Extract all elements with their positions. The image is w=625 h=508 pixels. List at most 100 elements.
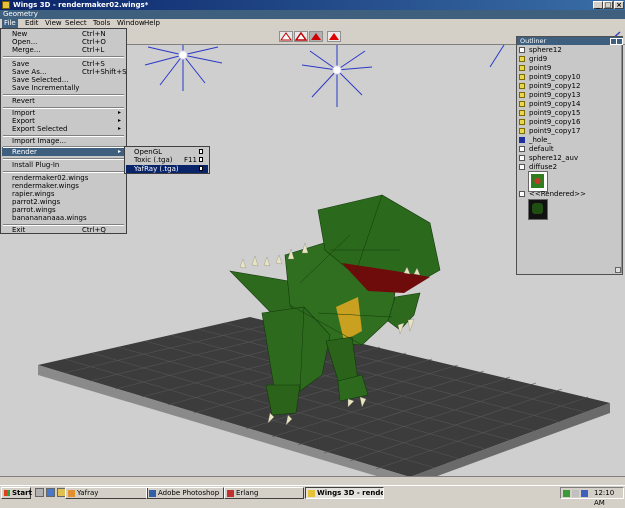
- light-3: [489, 45, 505, 68]
- image-icon: [519, 164, 525, 170]
- material-icon: [519, 146, 525, 152]
- light-icon: [519, 128, 525, 134]
- submenu-arrow-icon: ▸: [118, 148, 122, 155]
- texture-thumbnail[interactable]: [528, 171, 548, 192]
- light-icon: [519, 110, 525, 116]
- face-mode-icon: [311, 33, 321, 40]
- menu-file[interactable]: File: [2, 19, 18, 28]
- outliner-panel: Outliner sphere12 grid9 point9 point9_co…: [516, 36, 623, 275]
- windows-logo-icon: [4, 490, 10, 496]
- options-box-icon[interactable]: [199, 157, 203, 162]
- show-desktop-icon[interactable]: [35, 488, 44, 497]
- shortcut-open: Ctrl+O: [82, 38, 106, 46]
- file-menu-exit[interactable]: Exit: [12, 226, 25, 234]
- light-icon: [519, 92, 525, 98]
- file-menu-save-as[interactable]: Save As...: [12, 68, 47, 76]
- windows-taskbar: Start Yafray Adobe Photoshop Erlang Wing…: [0, 485, 625, 507]
- light-2: [301, 45, 373, 107]
- window-title: Wings 3D - rendermaker02.wings*: [13, 1, 149, 9]
- ie-icon[interactable]: [46, 488, 55, 497]
- body-mode-icon: [329, 33, 339, 40]
- light-icon: [519, 83, 525, 89]
- render-toxic[interactable]: Toxic (.tga): [134, 156, 172, 164]
- menu-edit[interactable]: Edit: [23, 19, 41, 28]
- outliner-title-bar[interactable]: Outliner: [517, 37, 623, 45]
- menu-help[interactable]: Help: [142, 19, 162, 28]
- menu-view[interactable]: View: [43, 19, 64, 28]
- menu-select[interactable]: Select: [63, 19, 89, 28]
- outliner-close-icon[interactable]: [616, 38, 623, 45]
- shortcut-save-as: Ctrl+Shift+S: [82, 68, 127, 76]
- status-bar: [0, 476, 625, 485]
- photoshop-icon: [149, 490, 156, 497]
- recent-file[interactable]: parrot2.wings: [12, 198, 60, 206]
- file-menu-import-image[interactable]: Import Image...: [12, 137, 66, 145]
- file-menu-dropdown: New Ctrl+N Open... Ctrl+O Merge... Ctrl+…: [0, 28, 127, 234]
- system-tray: 12:10 AM: [560, 487, 624, 507]
- object-icon: [519, 56, 525, 62]
- geometry-window-title: Geometry: [0, 10, 625, 19]
- render-thumbnail[interactable]: [528, 199, 548, 220]
- network-icon[interactable]: [563, 490, 570, 497]
- file-menu-revert[interactable]: Revert: [12, 97, 35, 105]
- file-menu-import[interactable]: Import: [12, 109, 35, 117]
- task-wings3d[interactable]: Wings 3D - rendermaker02.wings*: [305, 487, 384, 499]
- file-menu-save-incrementally[interactable]: Save Incrementally: [12, 84, 79, 92]
- wings3d-app-icon: [2, 1, 10, 9]
- recent-file[interactable]: rendermaker02.wings: [12, 174, 88, 182]
- render-yafray[interactable]: YafRay (.tga): [134, 165, 179, 173]
- menu-separator: [3, 158, 124, 160]
- menubar: File Edit View Select Tools Window Help: [0, 19, 625, 28]
- task-erlang[interactable]: Erlang: [224, 487, 304, 499]
- file-menu-export-selected[interactable]: Export Selected: [12, 125, 67, 133]
- clock: 12:10 AM: [594, 489, 615, 507]
- menu-tools[interactable]: Tools: [91, 19, 112, 28]
- render-submenu: OpenGL Toxic (.tga) F11 YafRay (.tga): [124, 146, 210, 174]
- file-menu-install-plugin[interactable]: Install Plug-In: [12, 161, 59, 169]
- outliner-title: Outliner: [520, 37, 547, 45]
- file-menu-new[interactable]: New: [12, 30, 27, 38]
- start-button[interactable]: Start: [1, 487, 32, 499]
- volume-icon[interactable]: [572, 490, 579, 497]
- edge-mode-icon: [294, 31, 308, 41]
- wings3d-icon: [308, 490, 315, 497]
- edge-mode-button[interactable]: [294, 31, 308, 42]
- options-box-icon[interactable]: [199, 166, 203, 171]
- task-adobe-photoshop[interactable]: Adobe Photoshop: [146, 487, 224, 499]
- render-opengl[interactable]: OpenGL: [134, 148, 162, 156]
- submenu-arrow-icon: ▸: [118, 109, 122, 116]
- shortcut-toxic: F11: [184, 156, 197, 164]
- task-yafray[interactable]: Yafray: [65, 487, 148, 499]
- body-mode-button[interactable]: [327, 31, 341, 42]
- recent-file[interactable]: rapier.wings: [12, 190, 55, 198]
- recent-file[interactable]: parrot.wings: [12, 206, 56, 214]
- file-menu-open[interactable]: Open...: [12, 38, 37, 46]
- options-box-icon[interactable]: [199, 149, 203, 154]
- maximize-button[interactable]: □: [603, 1, 613, 9]
- outliner-scrollbar[interactable]: [621, 45, 622, 273]
- object-icon: [519, 47, 525, 53]
- yafray-icon: [68, 490, 75, 497]
- image-icon: [519, 155, 525, 161]
- recent-file[interactable]: rendermaker.wings: [12, 182, 79, 190]
- light-1: [144, 45, 223, 91]
- close-button[interactable]: ×: [614, 1, 624, 9]
- vertex-mode-icon: [280, 32, 292, 41]
- shortcut-merge: Ctrl+L: [82, 46, 105, 54]
- file-menu-save-selected[interactable]: Save Selected...: [12, 76, 68, 84]
- file-menu-export[interactable]: Export: [12, 117, 35, 125]
- outliner-resize-handle[interactable]: [615, 267, 621, 273]
- submenu-arrow-icon: ▸: [118, 117, 122, 124]
- vertex-mode-button[interactable]: [279, 31, 293, 42]
- tray-app-icon[interactable]: [581, 490, 588, 497]
- file-menu-merge[interactable]: Merge...: [12, 46, 41, 54]
- light-icon: [519, 65, 525, 71]
- window-title-bar[interactable]: Wings 3D - rendermaker02.wings* _ □ ×: [0, 0, 625, 10]
- file-menu-render[interactable]: Render: [12, 148, 37, 156]
- file-menu-save[interactable]: Save: [12, 60, 29, 68]
- recent-file[interactable]: bananananaaa.wings: [12, 214, 87, 222]
- erlang-icon: [227, 490, 234, 497]
- menu-separator: [3, 94, 124, 96]
- face-mode-button[interactable]: [309, 31, 323, 42]
- minimize-button[interactable]: _: [593, 1, 603, 9]
